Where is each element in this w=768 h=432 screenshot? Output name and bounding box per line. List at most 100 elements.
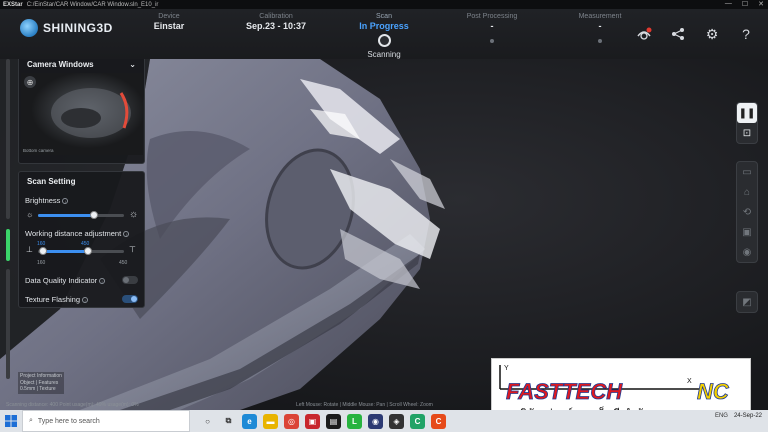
project-path: C:/EinStar/CAR Window/CAR Window.sln_E10…	[26, 1, 159, 8]
brand-name: SHINING3D	[43, 21, 113, 35]
logo-mark-icon	[20, 19, 38, 37]
windows-taskbar: ⌕ Type here to search ○ ⧉ e ▬ ◎ ▣ ▤ L ◉ …	[0, 410, 768, 432]
title-bar: EXStar C:/EinStar/CAR Window/CAR Window.…	[0, 0, 768, 9]
taskbar-search[interactable]: ⌕ Type here to search	[22, 410, 190, 432]
info-icon[interactable]: i	[62, 198, 69, 205]
brightness-high-icon: ☼	[129, 209, 139, 220]
help-icon[interactable]: ?	[736, 25, 756, 43]
exstar-icon[interactable]: ◉	[368, 413, 383, 429]
camera-image	[51, 88, 131, 138]
file-explorer-icon[interactable]: ▬	[263, 413, 278, 429]
app-orange-icon[interactable]: C	[431, 413, 446, 429]
brightness-label-row: Brightness i	[25, 196, 69, 205]
brightness-slider[interactable]	[38, 211, 124, 219]
indicator-track	[6, 269, 10, 379]
brand-nc: NC	[697, 379, 730, 404]
chrome-icon[interactable]: ◎	[284, 413, 299, 429]
clock-date[interactable]: 24-Sep-22	[734, 412, 762, 420]
camera-windows-panel: Camera Windows ⌄ ⊕ Bottom camera	[18, 59, 145, 164]
scan-status-line: Scanning distance: 400 Point usage(m): 4…	[6, 402, 139, 408]
app-header: SHINING3D Device Einstar Calibration Sep…	[0, 9, 768, 59]
texture-flashing-row: Texture Flashing i	[25, 295, 89, 304]
scan-setting-title: Scan Setting	[27, 177, 76, 186]
wd-min-label: 160	[37, 260, 46, 266]
app-red-icon[interactable]: ▣	[305, 413, 320, 429]
header-tools: ⚙ ?	[634, 25, 756, 43]
indicator-track	[6, 59, 10, 219]
search-placeholder: Type here to search	[37, 417, 100, 425]
save-icon[interactable]: ▣	[737, 222, 757, 242]
step-value: In Progress	[359, 21, 409, 31]
close-button[interactable]: ✕	[758, 0, 764, 8]
project-information[interactable]: Project Information Object | Features 0.…	[18, 372, 64, 394]
hide-icon[interactable]: ◩	[737, 292, 757, 312]
app-dark-icon[interactable]: ▤	[326, 413, 341, 429]
info-icon[interactable]: i	[123, 231, 130, 238]
scan-status: Scanning	[367, 50, 401, 59]
panel-title: Scan Setting	[19, 172, 144, 191]
minimize-button[interactable]: —	[725, 0, 732, 8]
step-measurement[interactable]: Measurement -	[555, 13, 645, 43]
step-scan[interactable]: Scan In Progress Scanning	[339, 13, 429, 59]
step-dot-icon	[598, 39, 602, 43]
maximize-button[interactable]: ☐	[742, 0, 748, 8]
windows-start-icon[interactable]	[0, 410, 22, 432]
progress-ring-icon	[377, 34, 391, 47]
app-icon[interactable]: ◈	[389, 413, 404, 429]
undo-icon[interactable]: ⟲	[737, 202, 757, 222]
step-label: Device	[158, 13, 180, 20]
working-distance-slider[interactable]	[38, 247, 124, 255]
slider-knob-high[interactable]	[83, 247, 92, 255]
visibility-icon[interactable]: ◉	[737, 242, 757, 262]
settings-gear-icon[interactable]: ⚙	[702, 25, 722, 43]
camera-preview: ⊕ Bottom camera	[21, 73, 143, 155]
step-value: Sep.23 - 10:37	[245, 21, 307, 31]
end-scan-icon[interactable]: ⊡	[737, 123, 757, 143]
texture-flashing-label: Texture Flashing	[25, 295, 81, 304]
taskbar-apps: ○ ⧉ e ▬ ◎ ▣ ▤ L ◉ ◈ C C	[200, 413, 446, 429]
pause-icon[interactable]: ❚❚	[737, 103, 757, 123]
camera-label: Bottom camera	[23, 148, 54, 153]
data-quality-row: Data Quality Indicator i	[25, 276, 106, 285]
search-icon: ⌕	[29, 417, 33, 424]
data-quality-label: Data Quality Indicator	[25, 276, 98, 285]
app-green-icon[interactable]: C	[410, 413, 425, 429]
share-icon[interactable]	[668, 25, 688, 43]
slider-knob[interactable]	[89, 211, 98, 219]
brand-logo: SHINING3D	[20, 19, 113, 37]
step-dot-icon	[490, 39, 494, 43]
step-label: Post Processing	[466, 13, 518, 20]
project-info-title: Project Information	[20, 373, 62, 379]
task-view-icon[interactable]: ○	[200, 414, 215, 429]
axis-y-label: Y	[504, 365, 509, 372]
brightness-label: Brightness	[25, 196, 61, 205]
step-calibration[interactable]: Calibration Sep.23 - 10:37	[231, 13, 321, 31]
distance-indicator-bar	[6, 229, 10, 261]
texture-flashing-toggle[interactable]	[122, 295, 138, 303]
task-switch-icon[interactable]: ⧉	[221, 414, 236, 429]
device-status-icon[interactable]	[634, 25, 654, 43]
panel-title: Camera Windows	[27, 60, 94, 69]
step-value: Einstar	[153, 21, 185, 31]
line-icon[interactable]: L	[347, 413, 362, 429]
project-info-line: 0.5mm | Texture	[20, 386, 56, 392]
window-controls: — ☐ ✕	[725, 0, 764, 8]
step-label: Measurement	[578, 13, 622, 20]
info-icon[interactable]: i	[99, 278, 106, 285]
select-icon[interactable]: ▭	[737, 162, 757, 182]
language-indicator[interactable]: ENG	[715, 413, 728, 419]
edit-toolbar: ▭ ⌂ ⟲ ▣ ◉	[736, 161, 758, 263]
delete-icon[interactable]: ⌂	[737, 182, 757, 202]
slider-fill	[43, 250, 88, 253]
step-post-processing[interactable]: Post Processing -	[447, 13, 537, 43]
info-icon[interactable]: i	[82, 297, 89, 304]
step-value: -	[490, 21, 494, 31]
data-quality-toggle[interactable]	[122, 276, 138, 284]
scan-control-toolbar: ❚❚ ⊡	[736, 102, 758, 144]
chevron-down-icon[interactable]: ⌄	[129, 60, 136, 69]
axis-x-label: X	[687, 378, 692, 385]
edge-icon[interactable]: e	[242, 413, 257, 429]
slider-knob-low[interactable]	[39, 247, 48, 255]
step-device[interactable]: Device Einstar	[124, 13, 214, 31]
step-label: Scan	[376, 13, 392, 20]
